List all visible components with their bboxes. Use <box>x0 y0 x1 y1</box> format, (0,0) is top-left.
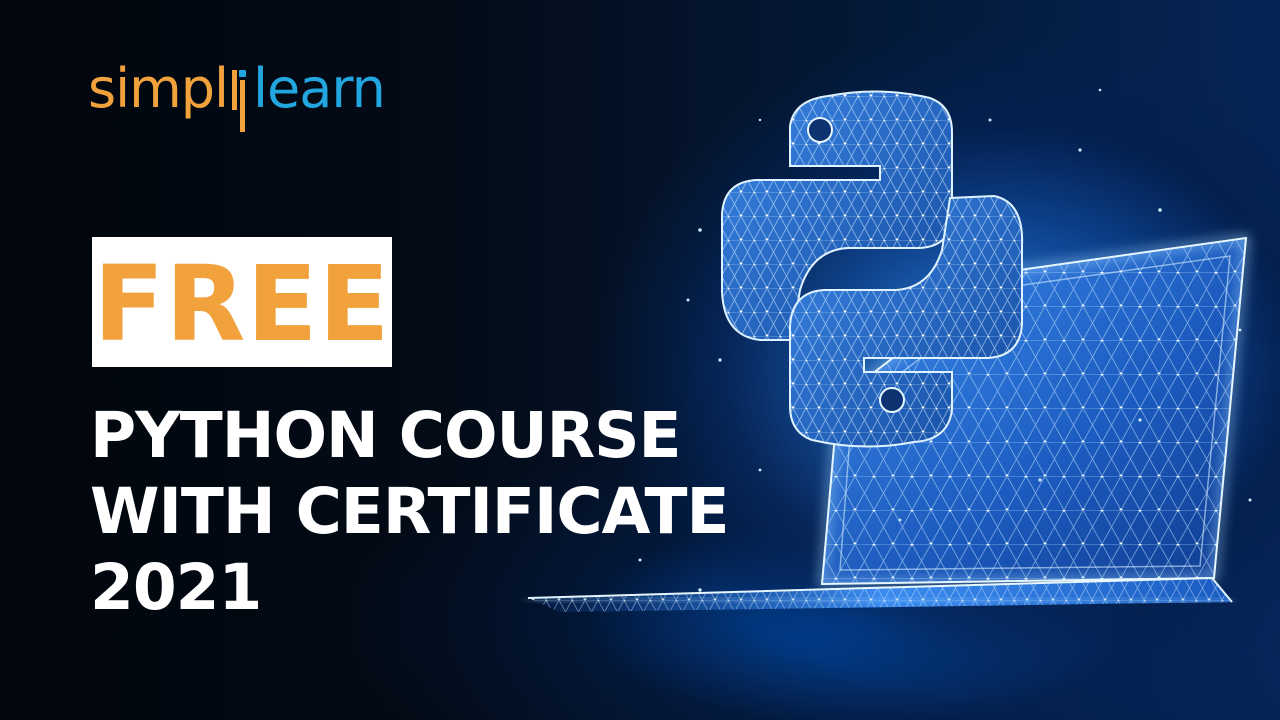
course-headline: PYTHON COURSE WITH CERTIFICATE 2021 <box>90 398 730 626</box>
free-badge-label: FREE <box>93 243 391 365</box>
logo-text-learn: learn <box>253 57 386 120</box>
logo-text-simpl: simpl <box>88 57 229 120</box>
free-badge: FREE <box>92 237 392 367</box>
headline-line-3: 2021 <box>90 551 262 624</box>
headline-line-1: PYTHON COURSE <box>90 399 682 472</box>
thumbnail-canvas: simpl learn FREE PYTHON COURSE WITH CERT… <box>0 0 1280 720</box>
simplilearn-logo: simpl learn <box>88 56 386 136</box>
logo-mark-icon <box>229 56 251 136</box>
headline-line-2: WITH CERTIFICATE <box>90 475 730 548</box>
